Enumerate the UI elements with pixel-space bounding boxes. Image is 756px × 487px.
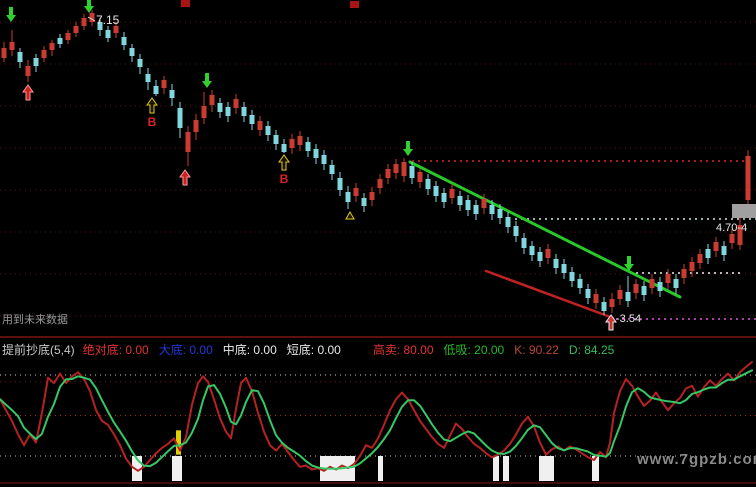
indicator-name: 提前抄底(5,4) xyxy=(2,342,75,357)
svg-text:B: B xyxy=(148,115,157,129)
indicator-field: 短底: 0.00 xyxy=(286,342,341,357)
svg-text:B: B xyxy=(280,172,289,186)
trendlines[interactable] xyxy=(408,160,682,320)
stock-chart-window: { "indicator_bar": { "name": "提前抄底(5,4)"… xyxy=(0,0,756,487)
main-price-chart[interactable]: B B 7.15 -3.54 4.70-4 xyxy=(0,0,756,338)
osc-gridlines xyxy=(0,374,756,457)
current-price-box xyxy=(732,204,756,218)
reference-dashed-lines xyxy=(412,160,756,320)
gridlines xyxy=(0,21,756,317)
future-data-warning: 用到未来数据 xyxy=(2,314,68,326)
indicator-field: 中底: 0.00 xyxy=(222,342,277,357)
indicator-field: 高卖: 80.00 xyxy=(372,342,434,357)
indicator-field: 低吸: 20.00 xyxy=(443,342,505,357)
indicator-field: D: 84.25 xyxy=(568,342,615,357)
right-price-label: 4.70-4 xyxy=(716,222,747,234)
indicator-bar: 提前抄底(5,4) 绝对底: 0.00 大底: 0.00 中底: 0.00 短底: 0… xyxy=(0,338,756,360)
candlesticks xyxy=(1,10,751,315)
yellow-triangle-marker xyxy=(345,210,355,220)
watermark: www.7gpzb.com xyxy=(637,451,756,468)
indicator-field: K: 90.22 xyxy=(514,342,559,357)
indicator-field: 绝对底: 0.00 xyxy=(82,342,149,357)
top-marks xyxy=(181,0,359,8)
peak-price-label: 7.15 xyxy=(96,13,120,27)
low-value-label: -3.54 xyxy=(616,313,641,325)
indicator-field: 大底: 0.00 xyxy=(158,342,213,357)
buy-arrow-markers xyxy=(22,84,191,186)
indicator-fields: 绝对底: 0.00 大底: 0.00 中底: 0.00 短底: 0.00 高卖: 80.… xyxy=(83,341,625,358)
sell-arrow-markers xyxy=(6,0,634,271)
